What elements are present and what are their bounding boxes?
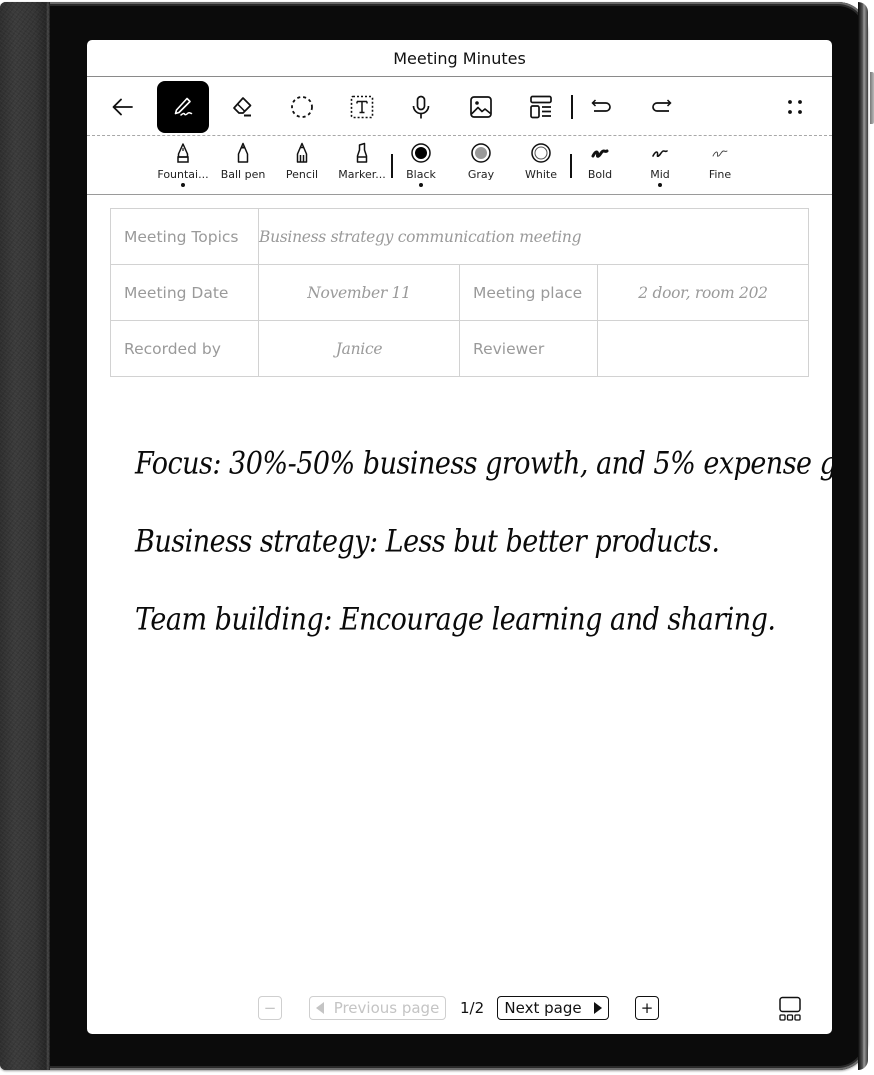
triangle-right-icon (593, 1002, 602, 1014)
pen-type-fountain[interactable]: Fountai... (153, 142, 213, 192)
color-label: White (525, 168, 557, 181)
recorded-by-value[interactable]: Janice (258, 320, 460, 377)
pencil-icon (296, 142, 308, 163)
voice-record-button[interactable] (395, 81, 447, 133)
template-button[interactable] (515, 81, 567, 133)
pen-type-ball-pen[interactable]: Ball pen (213, 142, 273, 192)
pen-type-label: Pencil (285, 168, 319, 181)
color-white[interactable]: White (511, 142, 571, 192)
minus-icon: − (263, 999, 277, 1017)
pen-icon (174, 97, 193, 116)
meeting-date-label: Meeting Date (110, 264, 259, 321)
ball-pen-icon (237, 142, 249, 163)
next-page-label: Next page (504, 999, 582, 1017)
image-icon (470, 96, 492, 118)
fountain-pen-icon (177, 143, 189, 163)
meeting-place-label: Meeting place (459, 264, 598, 321)
thickness-label: Mid (650, 168, 670, 181)
handwritten-note: Business strategy: Less but better produ… (135, 523, 720, 560)
layout-template-icon (530, 95, 552, 119)
page-thumbnails-icon[interactable] (778, 996, 802, 1022)
meeting-info-table: Meeting Topics Business strategy communi… (110, 208, 810, 377)
zoom-out-button[interactable]: − (258, 996, 282, 1020)
more-dots-icon (788, 100, 802, 114)
page-navigation: − Previous page 1/2 Next page + (87, 996, 832, 1022)
handwritten-note: Team building: Encourage learning and sh… (135, 601, 776, 638)
selected-indicator (419, 183, 423, 187)
back-button[interactable] (97, 81, 149, 133)
recorded-by-label: Recorded by (110, 320, 259, 377)
handwriting-canvas[interactable]: Focus: 30%-50% business growth, and 5% e… (135, 432, 832, 666)
meeting-topics-label: Meeting Topics (110, 208, 259, 265)
table-row: Meeting Topics Business strategy communi… (110, 208, 810, 265)
device-cover-spine (0, 2, 50, 1070)
thickness-bold[interactable]: Bold (570, 142, 630, 192)
color-black-icon (411, 143, 431, 163)
selected-indicator (658, 183, 662, 187)
undo-button[interactable] (576, 81, 628, 133)
triangle-left-icon (315, 1002, 324, 1014)
insert-image-button[interactable] (455, 81, 507, 133)
screen: Meeting Minutes Fountai... Ball pen Penc… (87, 40, 832, 1034)
color-label: Gray (467, 168, 495, 181)
handwritten-note: Focus: 30%-50% business growth, and 5% e… (135, 445, 832, 482)
meeting-place-value[interactable]: 2 door, room 202 (596, 264, 810, 321)
stroke-fine-icon (712, 150, 728, 157)
previous-page-label: Previous page (333, 999, 440, 1017)
color-black[interactable]: Black (391, 142, 451, 192)
previous-page-button[interactable]: Previous page (309, 996, 446, 1020)
pen-type-label: Fountai... (157, 168, 209, 181)
thickness-label: Bold (587, 168, 613, 181)
table-row: Meeting Date November 11 Meeting place 2… (110, 264, 810, 321)
pen-type-pencil[interactable]: Pencil (272, 142, 332, 192)
stroke-bold-icon (591, 149, 609, 158)
reviewer-value[interactable] (596, 320, 810, 377)
thickness-label: Fine (708, 168, 732, 181)
marker-icon (356, 142, 368, 163)
color-white-icon (531, 143, 551, 163)
table-row: Recorded by Janice Reviewer (110, 320, 810, 377)
meeting-topics-value[interactable]: Business strategy communication meeting (257, 208, 810, 265)
text-box-tool-button[interactable] (336, 81, 388, 133)
microphone-icon (412, 95, 430, 119)
selected-indicator (181, 183, 185, 187)
toolbar-separator (571, 95, 573, 119)
redo-icon (652, 99, 672, 112)
lasso-tool-button[interactable] (276, 81, 328, 133)
redo-button[interactable] (635, 81, 687, 133)
stroke-mid-icon (652, 150, 668, 158)
document-title: Meeting Minutes (87, 40, 832, 77)
pen-options-bar: Fountai... Ball pen Pencil Marker... Bla… (87, 136, 832, 195)
add-page-button[interactable]: + (635, 996, 659, 1020)
pen-tool-button[interactable] (157, 81, 209, 133)
page-indicator: 1/2 (460, 999, 485, 1017)
color-gray-icon (471, 143, 491, 163)
arrow-left-icon (112, 98, 133, 116)
main-toolbar (87, 77, 832, 136)
pen-type-marker[interactable]: Marker... (332, 142, 392, 192)
undo-icon (591, 99, 611, 112)
color-gray[interactable]: Gray (451, 142, 511, 192)
thickness-mid[interactable]: Mid (630, 142, 690, 192)
meeting-date-value[interactable]: November 11 (258, 264, 460, 321)
eraser-tool-button[interactable] (216, 81, 268, 133)
reviewer-label: Reviewer (459, 320, 598, 377)
device-side-button (870, 72, 874, 124)
eraser-icon (233, 97, 252, 117)
next-page-button[interactable]: Next page (497, 996, 609, 1020)
text-box-icon (350, 95, 374, 119)
color-label: Black (406, 168, 436, 181)
pen-type-label: Marker... (338, 168, 386, 181)
plus-icon: + (640, 999, 654, 1017)
lasso-select-icon (291, 96, 313, 118)
more-options-button[interactable] (769, 81, 821, 133)
thickness-fine[interactable]: Fine (690, 142, 750, 192)
pen-type-label: Ball pen (220, 168, 266, 181)
